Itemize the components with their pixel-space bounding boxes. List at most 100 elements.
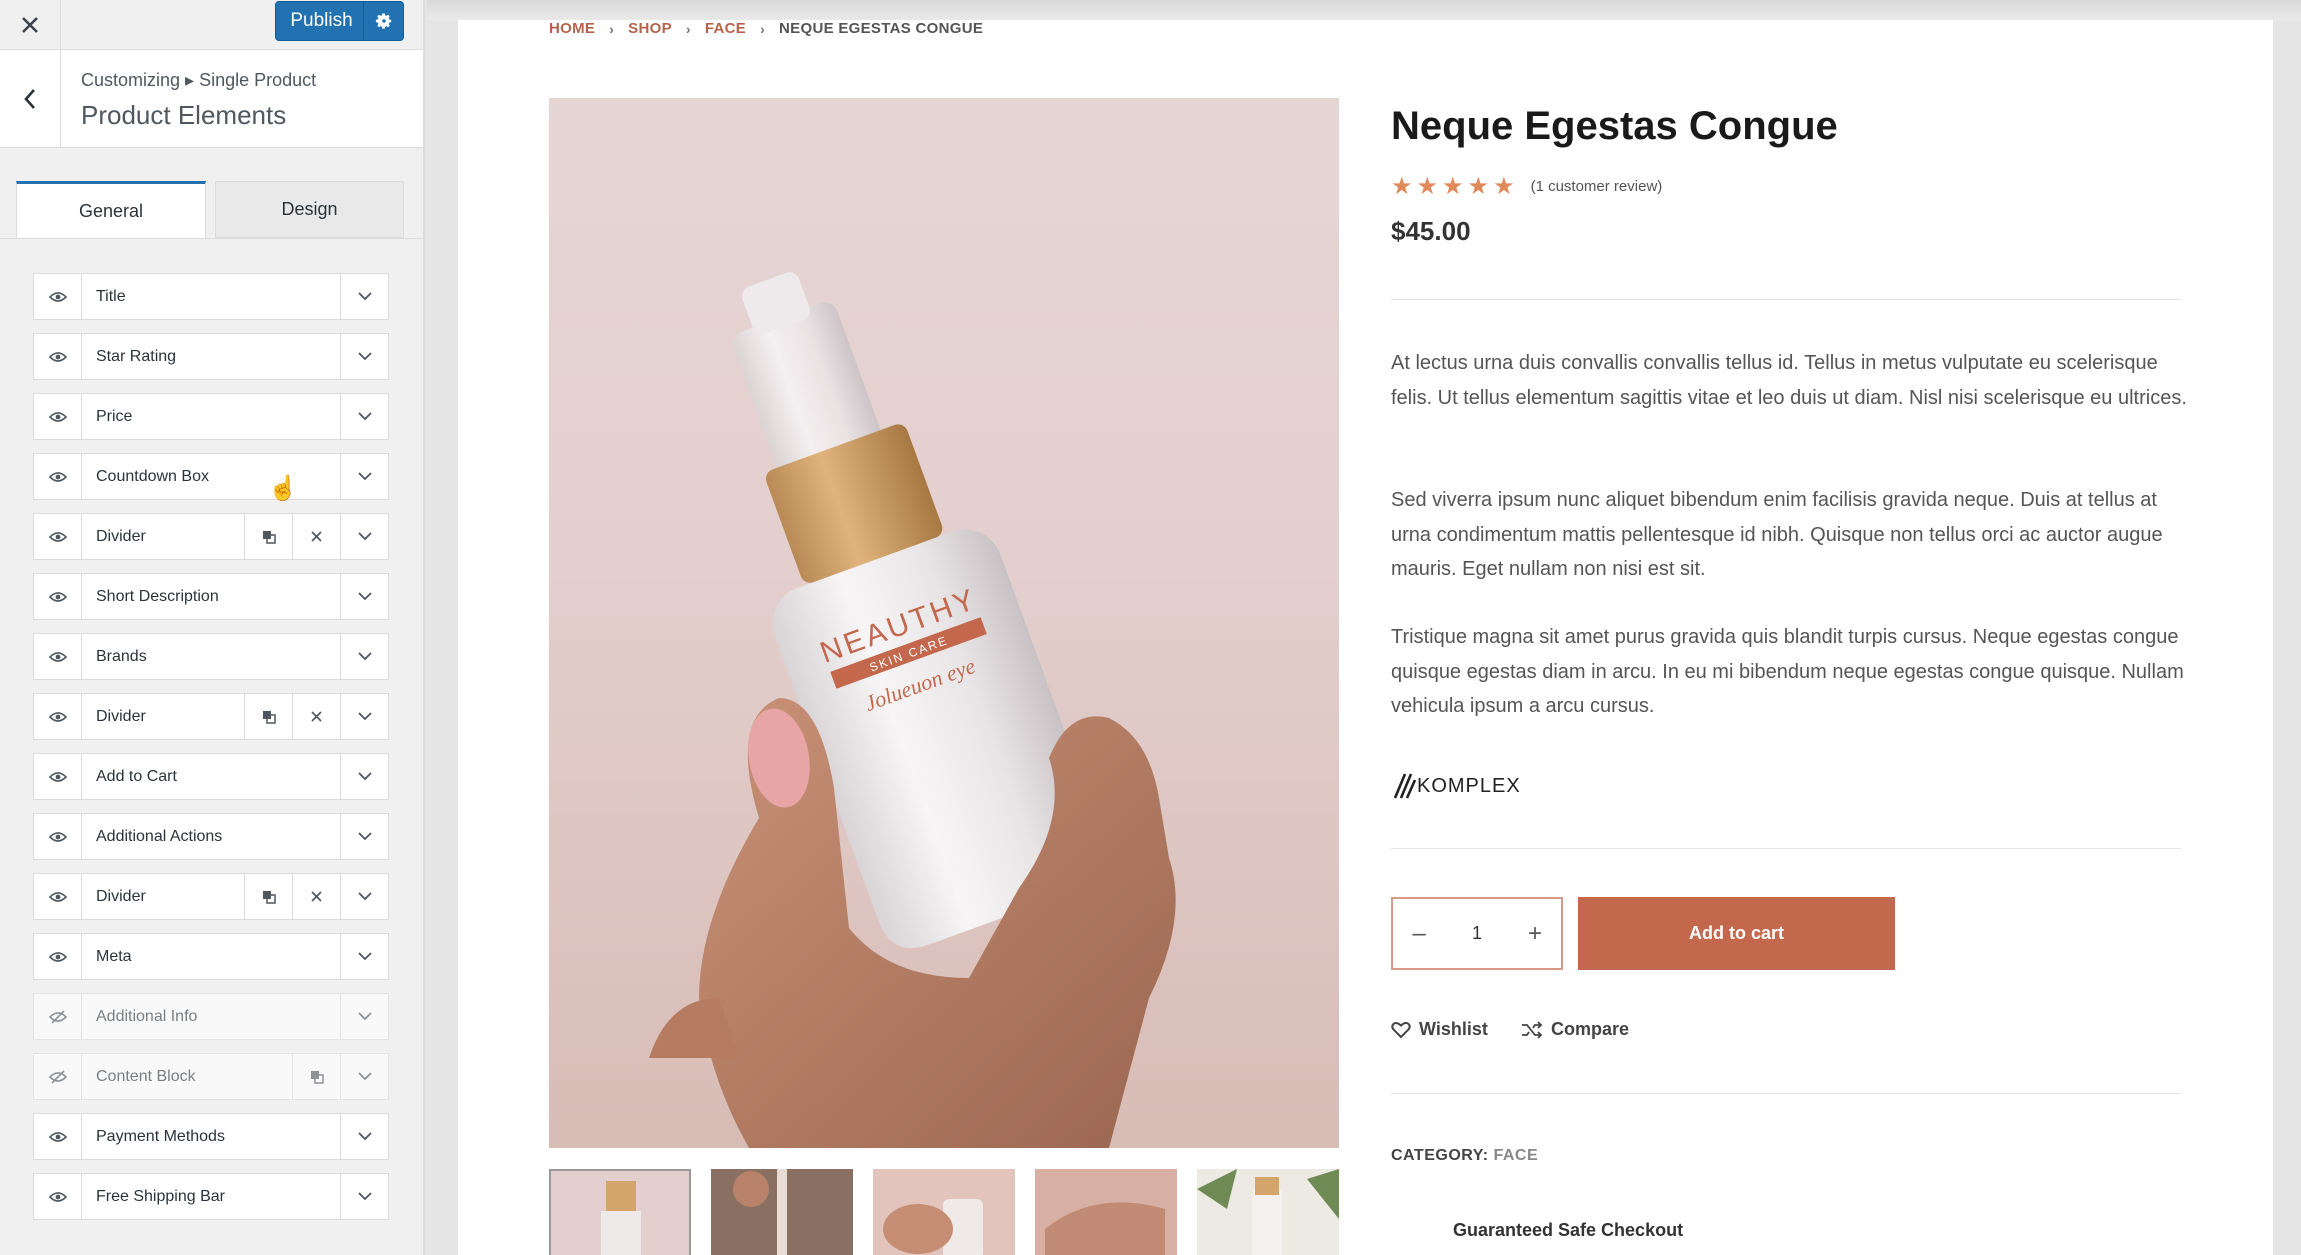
element-label: Divider [96, 707, 146, 725]
thumbnail-image [873, 1169, 1015, 1255]
element-row-content-block[interactable]: Content Block [33, 1053, 389, 1100]
visibility-toggle[interactable] [34, 694, 82, 739]
thumbnail-1[interactable] [549, 1169, 691, 1255]
visibility-toggle[interactable] [34, 1054, 82, 1099]
element-row-divider[interactable]: Divider [33, 873, 389, 920]
thumbnail-3[interactable] [873, 1169, 1015, 1255]
visibility-toggle[interactable] [34, 754, 82, 799]
review-link[interactable]: (1 customer review) [1531, 178, 1663, 195]
compare-button[interactable]: Compare [1521, 1019, 1629, 1040]
visibility-toggle[interactable] [34, 934, 82, 979]
duplicate-button[interactable] [292, 1054, 340, 1099]
remove-button[interactable] [292, 694, 340, 739]
element-row-short-description[interactable]: Short Description [33, 573, 389, 620]
brand-logo[interactable]: KOMPLEX [1391, 772, 1521, 800]
expand-button[interactable] [340, 274, 388, 319]
add-to-cart-button[interactable]: Add to cart [1578, 897, 1895, 970]
chevron-down-icon [357, 412, 372, 421]
visibility-toggle[interactable] [34, 814, 82, 859]
thumbnail-5[interactable] [1197, 1169, 1339, 1255]
visibility-toggle[interactable] [34, 514, 82, 559]
element-row-payment-methods[interactable]: Payment Methods [33, 1113, 389, 1160]
wishlist-button[interactable]: Wishlist [1391, 1019, 1488, 1040]
eye-icon [48, 651, 67, 662]
back-button[interactable] [0, 50, 61, 148]
quantity-stepper[interactable]: – 1 + [1391, 897, 1563, 970]
element-row-free-shipping-bar[interactable]: Free Shipping Bar [33, 1173, 389, 1220]
visibility-toggle[interactable] [34, 634, 82, 679]
expand-button[interactable] [340, 1114, 388, 1159]
thumbnail-2[interactable] [711, 1169, 853, 1255]
product-price: $45.00 [1391, 216, 1471, 246]
element-row-price[interactable]: Price [33, 393, 389, 440]
visibility-toggle[interactable] [34, 1174, 82, 1219]
expand-button[interactable] [340, 634, 388, 679]
visibility-toggle[interactable] [34, 574, 82, 619]
element-row-brands[interactable]: Brands [33, 633, 389, 680]
visibility-toggle[interactable] [34, 454, 82, 499]
element-row-countdown-box[interactable]: Countdown Box [33, 453, 389, 500]
expand-button[interactable] [340, 334, 388, 379]
breadcrumb-home[interactable]: HOME [549, 20, 595, 37]
chevron-down-icon [357, 532, 372, 541]
compare-label: Compare [1551, 1019, 1630, 1039]
expand-button[interactable] [340, 694, 388, 739]
eye-icon [48, 711, 67, 722]
increase-quantity-button[interactable]: + [1509, 920, 1561, 948]
quantity-value[interactable]: 1 [1445, 923, 1509, 944]
eye-icon [48, 771, 67, 782]
element-row-divider[interactable]: Divider [33, 513, 389, 560]
publish-settings-button[interactable] [363, 2, 403, 40]
element-row-meta[interactable]: Meta [33, 933, 389, 980]
expand-button[interactable] [340, 874, 388, 919]
expand-button[interactable] [340, 574, 388, 619]
visibility-toggle[interactable] [34, 994, 82, 1039]
element-label: Additional Actions [96, 827, 223, 845]
duplicate-button[interactable] [244, 514, 292, 559]
expand-button[interactable] [340, 994, 388, 1039]
element-row-add-to-cart[interactable]: Add to Cart [33, 753, 389, 800]
visibility-toggle[interactable] [34, 394, 82, 439]
element-row-additional-actions[interactable]: Additional Actions [33, 813, 389, 860]
product-main-image[interactable]: NEAUTHY SKIN CARE Jolueuon eye [549, 98, 1339, 1148]
tab-general[interactable]: General [16, 181, 206, 238]
breadcrumb-face[interactable]: FACE [705, 20, 746, 37]
tab-design[interactable]: Design [215, 181, 404, 238]
element-label: Countdown Box [96, 467, 209, 485]
remove-button[interactable] [292, 514, 340, 559]
duplicate-button[interactable] [244, 694, 292, 739]
remove-button[interactable] [292, 874, 340, 919]
element-row-divider[interactable]: Divider [33, 693, 389, 740]
breadcrumb-separator-icon: › [760, 20, 766, 37]
expand-button[interactable] [340, 454, 388, 499]
close-customizer-button[interactable] [0, 0, 61, 50]
visibility-toggle[interactable] [34, 334, 82, 379]
expand-button[interactable] [340, 934, 388, 979]
category-link[interactable]: FACE [1493, 1147, 1538, 1164]
element-row-star-rating[interactable]: Star Rating [33, 333, 389, 380]
expand-button[interactable] [340, 814, 388, 859]
visibility-toggle[interactable] [34, 1114, 82, 1159]
eye-icon [48, 951, 67, 962]
element-row-title[interactable]: Title [33, 273, 389, 320]
duplicate-button[interactable] [244, 874, 292, 919]
element-row-additional-info[interactable]: Additional Info [33, 993, 389, 1040]
visibility-toggle[interactable] [34, 874, 82, 919]
decrease-quantity-button[interactable]: – [1393, 920, 1445, 948]
expand-button[interactable] [340, 394, 388, 439]
remove-icon [311, 891, 322, 902]
expand-button[interactable] [340, 1054, 388, 1099]
publish-button[interactable]: Publish [275, 1, 404, 41]
expand-button[interactable] [340, 1174, 388, 1219]
wishlist-label: Wishlist [1419, 1019, 1488, 1039]
chevron-down-icon [357, 832, 372, 841]
visibility-toggle[interactable] [34, 274, 82, 319]
expand-button[interactable] [340, 514, 388, 559]
thumbnail-4[interactable] [1035, 1169, 1177, 1255]
tabs-divider [0, 238, 423, 239]
expand-button[interactable] [340, 754, 388, 799]
breadcrumb-shop[interactable]: SHOP [628, 20, 672, 37]
publish-label: Publish [290, 10, 353, 31]
star-icon: ★ [1493, 173, 1515, 200]
hand-holding-bottle-illustration: NEAUTHY SKIN CARE Jolueuon eye [649, 272, 1176, 1148]
